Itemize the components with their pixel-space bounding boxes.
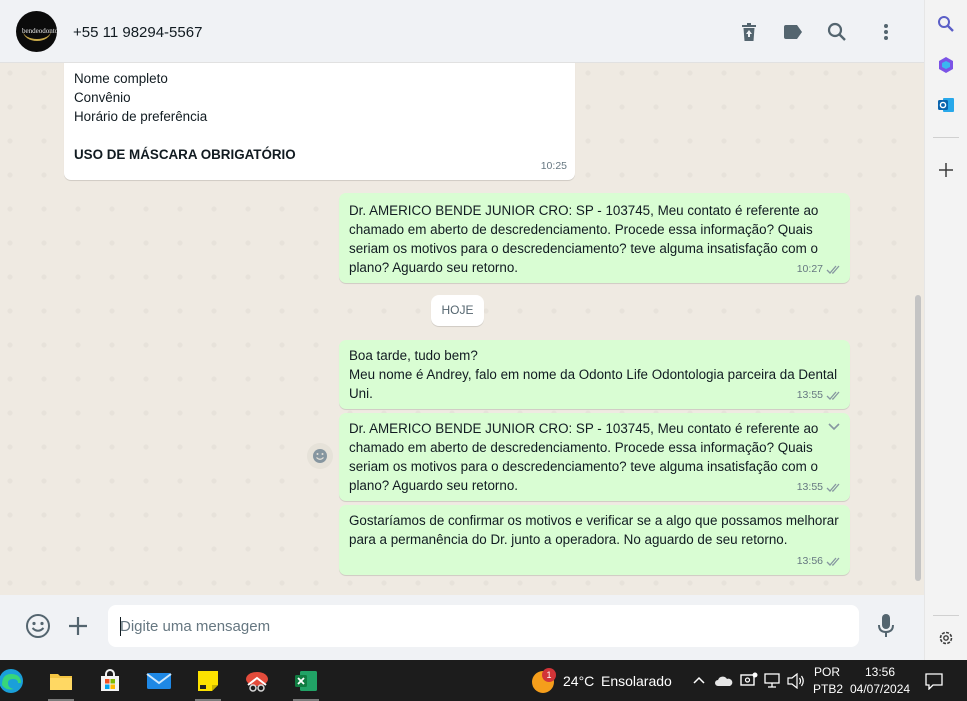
divider	[933, 137, 959, 138]
onedrive-icon[interactable]	[715, 674, 733, 686]
list-item: Convênio	[74, 90, 131, 105]
message-time: 13:55	[797, 386, 842, 405]
message-text: Boa tarde, tudo bem? Meu nome é Andrey, …	[349, 348, 838, 401]
taskbar: 1 24°C Ensolarado POR PTB2 13:56 04/07/2…	[0, 660, 967, 701]
message-input[interactable]	[108, 605, 859, 647]
avatar[interactable]: bendeodonto	[16, 11, 57, 52]
clock-time[interactable]: 13:56	[865, 665, 895, 679]
sticky-notes-icon[interactable]	[193, 666, 223, 701]
avatar-logo-text: bendeodonto	[22, 27, 57, 35]
voice-record-button[interactable]	[876, 613, 896, 639]
notification-center-icon[interactable]	[925, 672, 943, 691]
microphone-icon	[878, 614, 894, 637]
react-emoji-button[interactable]	[307, 443, 333, 469]
message-text: Dr. AMERICO BENDE JUNIOR CRO: SP - 10374…	[349, 421, 819, 493]
menu-icon[interactable]	[874, 20, 898, 44]
plus-icon	[69, 617, 87, 635]
emoji-button[interactable]	[25, 613, 51, 639]
time-text: 13:55	[796, 389, 823, 401]
message-outgoing[interactable]: Dr. AMERICO BENDE JUNIOR CRO: SP - 10374…	[339, 413, 850, 501]
keyboard-layout[interactable]: PTB2	[813, 682, 843, 696]
outlook-icon[interactable]	[936, 95, 956, 115]
list-item: Horário de preferência	[74, 109, 208, 124]
message-time: 13:55	[797, 478, 842, 497]
mail-icon[interactable]	[144, 666, 174, 696]
chevron-up-icon[interactable]	[692, 673, 706, 687]
add-icon[interactable]	[936, 160, 956, 180]
file-explorer-icon[interactable]	[46, 666, 76, 701]
message-bold-text: USO DE MÁSCARA OBRIGATÓRIO	[74, 147, 296, 162]
time-text: 13:56	[796, 555, 823, 567]
time-text: 10:25	[540, 160, 567, 172]
time-text: 10:27	[796, 263, 823, 275]
message-text: Dr. AMERICO BENDE JUNIOR CRO: SP - 10374…	[349, 203, 823, 275]
scrollbar[interactable]	[915, 295, 921, 581]
language-indicator[interactable]: POR	[814, 665, 840, 679]
message-time: 10:27	[797, 260, 842, 279]
label-icon[interactable]	[781, 20, 805, 44]
message-outgoing[interactable]: Boa tarde, tudo bem? Meu nome é Andrey, …	[339, 340, 850, 409]
chevron-down-icon	[828, 423, 840, 431]
edge-icon[interactable]	[0, 666, 26, 696]
store-icon[interactable]	[95, 666, 125, 696]
double-check-icon	[826, 265, 840, 274]
time-text: 13:55	[796, 481, 823, 493]
delete-icon[interactable]	[737, 20, 761, 44]
snipping-tool-icon[interactable]	[242, 666, 272, 696]
device-icon[interactable]	[740, 672, 758, 688]
message-text: Gostaríamos de confirmar os motivos e ve…	[349, 513, 843, 547]
date-divider: HOJE	[431, 295, 484, 326]
smiley-icon	[313, 449, 327, 463]
attach-button[interactable]	[67, 615, 89, 637]
volume-icon[interactable]	[787, 672, 805, 690]
search-icon[interactable]	[825, 20, 849, 44]
message-outgoing[interactable]: Gostaríamos de confirmar os motivos e ve…	[339, 505, 850, 575]
whatsapp-window: bendeodonto +55 11 98294-5567 Nome compl…	[0, 0, 924, 660]
notification-badge: 1	[542, 668, 556, 682]
gear-icon[interactable]	[936, 628, 956, 648]
message-incoming[interactable]: Nome completo Convênio Horário de prefer…	[64, 63, 575, 180]
search-icon[interactable]	[936, 14, 956, 34]
text-caret	[120, 617, 121, 636]
double-check-icon	[826, 557, 840, 566]
weather-temp[interactable]: 24°C	[563, 673, 594, 689]
message-time: 10:25	[541, 157, 567, 176]
network-icon[interactable]	[764, 673, 780, 689]
double-check-icon	[826, 391, 840, 400]
composer	[0, 595, 924, 660]
message-options-button[interactable]	[818, 416, 846, 438]
double-check-icon	[826, 483, 840, 492]
smiley-icon	[26, 614, 50, 638]
message-time: 13:56	[797, 552, 842, 571]
message-list[interactable]: Nome completo Convênio Horário de prefer…	[0, 63, 924, 595]
browser-sidebar	[924, 0, 967, 660]
message-outgoing[interactable]: Dr. AMERICO BENDE JUNIOR CRO: SP - 10374…	[339, 193, 850, 283]
clock-date[interactable]: 04/07/2024	[850, 682, 910, 696]
divider	[933, 615, 959, 616]
list-item: Nome completo	[74, 71, 168, 86]
copilot-icon[interactable]	[936, 55, 956, 75]
chat-header: bendeodonto +55 11 98294-5567	[0, 0, 924, 63]
weather-desc[interactable]: Ensolarado	[601, 673, 672, 689]
contact-name[interactable]: +55 11 98294-5567	[73, 24, 202, 41]
excel-icon[interactable]	[291, 666, 321, 701]
